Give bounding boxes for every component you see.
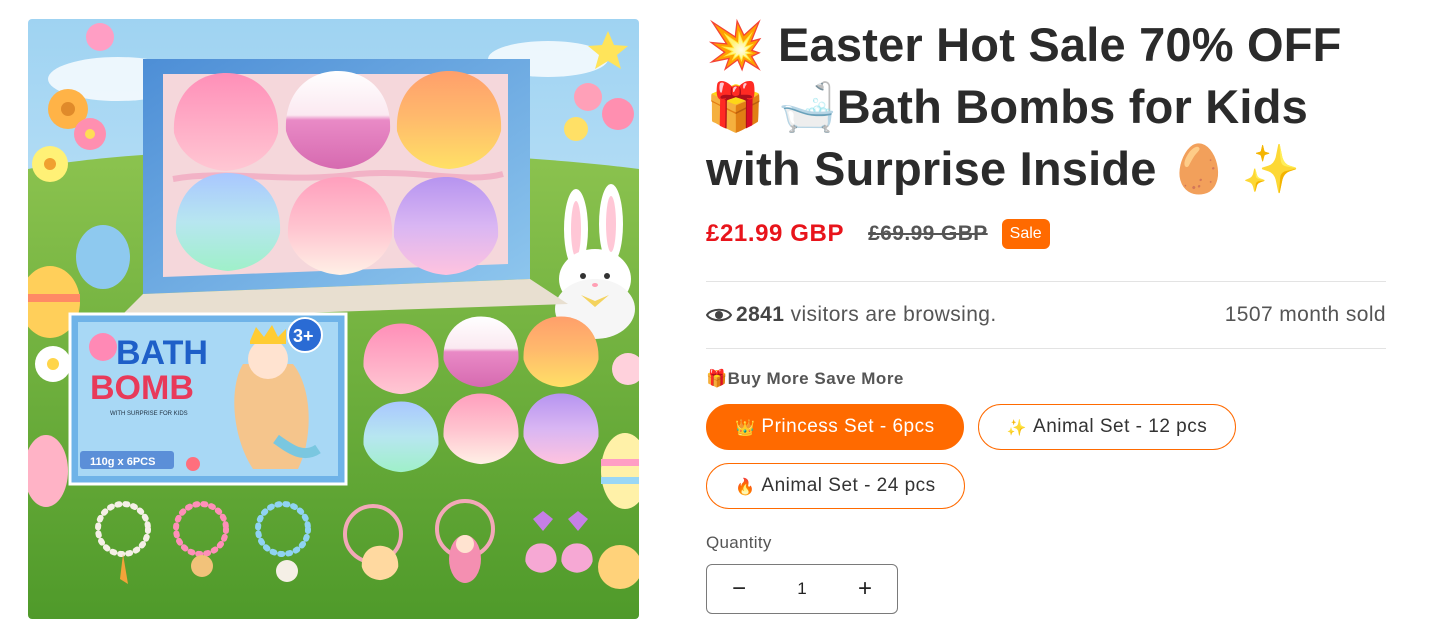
quantity-stepper: − + xyxy=(706,564,898,614)
variant-options: 👑 Princess Set - 6pcs ✨ Animal Set - 12 … xyxy=(706,404,1306,509)
sale-badge: Sale xyxy=(1001,219,1050,249)
promo-heading: 🎁Buy More Save More xyxy=(706,369,1386,389)
monthly-sold: 1507 month sold xyxy=(1224,303,1386,326)
variant-label: Animal Set - 12 pcs xyxy=(1033,416,1208,437)
quantity-input[interactable] xyxy=(775,578,829,600)
bath-bomb-box-front: BATH BOMB WITH SURPRISE FOR KIDS 110g x … xyxy=(68,312,348,486)
product-title: 💥 Easter Hot Sale 70% OFF 🎁 🛁Bath Bombs … xyxy=(706,14,1386,200)
sparkles-emoji-icon: ✨ xyxy=(1241,142,1301,197)
box-subtitle: WITH SURPRISE FOR KIDS xyxy=(110,411,188,417)
quantity-label: Quantity xyxy=(706,533,772,552)
promo-label: Buy More Save More xyxy=(727,369,904,388)
compare-at-price: £69.99 GBP xyxy=(868,222,988,245)
gift-emoji-icon: 🎁 xyxy=(706,80,765,135)
box-title-line1: BATH xyxy=(116,334,208,372)
stats-row: 2841 visitors are browsing. 1507 month s… xyxy=(706,282,1386,348)
variant-animal-set-24pcs[interactable]: 🔥 Animal Set - 24 pcs xyxy=(706,463,965,509)
box-weight: 110g x 6PCS xyxy=(90,456,155,468)
price-row: £21.99 GBP £69.99 GBP Sale xyxy=(706,217,1386,251)
title-line-1: Easter Hot Sale 70% OFF xyxy=(778,18,1342,71)
sale-price: £21.99 GBP xyxy=(706,220,845,247)
bath-bomb-box-open xyxy=(118,59,568,319)
title-line-2: Bath Bombs for Kids xyxy=(836,80,1308,133)
box-title-line2: BOMB xyxy=(90,369,194,407)
crown-icon: 👑 xyxy=(735,417,756,437)
variant-label: Animal Set - 24 pcs xyxy=(761,475,936,496)
variant-princess-set-6pcs[interactable]: 👑 Princess Set - 6pcs xyxy=(706,404,964,450)
product-info: 💥 Easter Hot Sale 70% OFF 🎁 🛁Bath Bombs … xyxy=(706,14,1386,614)
bathtub-emoji-icon: 🛁 xyxy=(778,80,837,135)
age-badge: 3+ xyxy=(293,326,314,346)
visitors-text: visitors are browsing. xyxy=(784,303,997,326)
explosion-emoji-icon: 💥 xyxy=(706,18,765,73)
divider xyxy=(706,348,1386,349)
quantity-increase-button[interactable]: + xyxy=(845,574,885,604)
variant-animal-set-12pcs[interactable]: ✨ Animal Set - 12 pcs xyxy=(977,404,1237,450)
quantity-decrease-button[interactable]: − xyxy=(719,574,759,604)
sparkles-icon: ✨ xyxy=(1006,417,1028,437)
product-image[interactable]: BATH BOMB WITH SURPRISE FOR KIDS 110g x … xyxy=(28,19,639,619)
eye-icon xyxy=(706,308,732,322)
fire-icon: 🔥 xyxy=(735,476,756,496)
visitors-stat: 2841 visitors are browsing. xyxy=(706,303,997,327)
title-line-3: with Surprise Inside xyxy=(706,142,1157,195)
variant-label: Princess Set - 6pcs xyxy=(761,416,935,437)
egg-emoji-icon: 🥚 xyxy=(1169,142,1229,197)
gift-icon: 🎁 xyxy=(706,369,728,389)
visitors-count: 2841 xyxy=(736,303,785,326)
